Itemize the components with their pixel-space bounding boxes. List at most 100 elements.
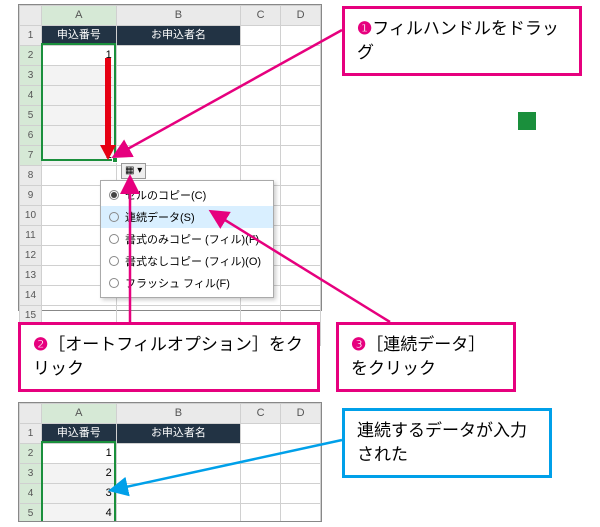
cell[interactable] bbox=[281, 206, 321, 226]
cell[interactable] bbox=[241, 424, 281, 444]
header-cell-A1[interactable]: 申込番号 bbox=[41, 26, 116, 46]
row-header[interactable]: 12 bbox=[20, 246, 42, 266]
cell[interactable] bbox=[281, 166, 321, 186]
cell[interactable] bbox=[241, 444, 281, 464]
row-header[interactable]: 7 bbox=[20, 146, 42, 166]
header-cell-A1[interactable]: 申込番号 bbox=[41, 424, 116, 444]
header-cell-B1[interactable]: お申込者名 bbox=[116, 26, 240, 46]
row-header[interactable]: 14 bbox=[20, 286, 42, 306]
cell[interactable] bbox=[241, 26, 281, 46]
cell-A7[interactable]: 1 bbox=[41, 146, 116, 166]
col-header-D[interactable]: D bbox=[281, 404, 321, 424]
fill-handle[interactable] bbox=[112, 157, 118, 163]
cell[interactable] bbox=[241, 46, 281, 66]
radio-on-icon bbox=[109, 190, 119, 200]
cell[interactable] bbox=[281, 226, 321, 246]
cell[interactable] bbox=[241, 86, 281, 106]
cell-A6[interactable]: 1 bbox=[41, 126, 116, 146]
row-header[interactable]: 1 bbox=[20, 424, 42, 444]
radio-icon bbox=[109, 234, 119, 244]
header-cell-B1[interactable]: お申込者名 bbox=[116, 424, 241, 444]
row-header[interactable]: 3 bbox=[20, 66, 42, 86]
row-header[interactable]: 6 bbox=[20, 126, 42, 146]
menu-item-fill-series[interactable]: 連続データ(S) bbox=[101, 206, 273, 228]
row-header[interactable]: 2 bbox=[20, 46, 42, 66]
menu-item-fill-format-only[interactable]: 書式のみコピー (フィル)(F) bbox=[101, 228, 273, 250]
cell[interactable] bbox=[281, 464, 321, 484]
cell-A4[interactable]: 3 bbox=[41, 484, 116, 504]
row-header[interactable]: 1 bbox=[20, 26, 42, 46]
cell[interactable] bbox=[116, 126, 240, 146]
cell-A5[interactable]: 4 bbox=[41, 504, 116, 523]
cell[interactable] bbox=[241, 504, 281, 523]
callout-text: フィルハンドルをドラッグ bbox=[357, 19, 559, 62]
cell[interactable] bbox=[116, 66, 240, 86]
cell[interactable] bbox=[116, 444, 241, 464]
col-header-B[interactable]: B bbox=[116, 404, 241, 424]
radio-icon bbox=[109, 278, 119, 288]
row-header[interactable]: 8 bbox=[20, 166, 42, 186]
callout-text: ［オートフィルオプション］をクリック bbox=[33, 335, 303, 378]
menu-label: 書式のみコピー (フィル)(F) bbox=[125, 231, 259, 247]
row-header[interactable]: 2 bbox=[20, 444, 42, 464]
menu-label: 連続データ(S) bbox=[125, 209, 195, 225]
cell[interactable] bbox=[281, 86, 321, 106]
cell[interactable] bbox=[281, 126, 321, 146]
cell-A2[interactable]: 1 bbox=[41, 444, 116, 464]
radio-icon bbox=[109, 256, 119, 266]
col-header-D[interactable]: D bbox=[281, 6, 321, 26]
cell[interactable] bbox=[116, 484, 241, 504]
cell-A4[interactable]: 1 bbox=[41, 86, 116, 106]
select-all-corner[interactable] bbox=[20, 6, 42, 26]
menu-label: フラッシュ フィル(F) bbox=[125, 275, 230, 291]
cell-A5[interactable]: 1 bbox=[41, 106, 116, 126]
col-header-C[interactable]: C bbox=[241, 6, 281, 26]
cell-A3[interactable]: 1 bbox=[41, 66, 116, 86]
row-header[interactable]: 4 bbox=[20, 484, 42, 504]
col-header-A[interactable]: A bbox=[41, 6, 116, 26]
cell[interactable] bbox=[241, 464, 281, 484]
cell[interactable] bbox=[241, 106, 281, 126]
col-header-B[interactable]: B bbox=[116, 6, 240, 26]
cell-A2[interactable]: 1 bbox=[41, 46, 116, 66]
row-header[interactable]: 5 bbox=[20, 504, 42, 523]
cell[interactable] bbox=[281, 504, 321, 523]
cell[interactable] bbox=[241, 66, 281, 86]
row-header[interactable]: 11 bbox=[20, 226, 42, 246]
cell[interactable] bbox=[281, 266, 321, 286]
row-header[interactable]: 9 bbox=[20, 186, 42, 206]
row-header[interactable]: 13 bbox=[20, 266, 42, 286]
cell[interactable] bbox=[281, 484, 321, 504]
cell[interactable] bbox=[241, 146, 281, 166]
row-header[interactable]: 3 bbox=[20, 464, 42, 484]
menu-item-copy-cells[interactable]: セルのコピー(C) bbox=[101, 184, 273, 206]
menu-item-fill-without-format[interactable]: 書式なしコピー (フィル)(O) bbox=[101, 250, 273, 272]
callout-number: ❸ bbox=[351, 333, 366, 357]
cell[interactable] bbox=[116, 86, 240, 106]
select-all-corner[interactable] bbox=[20, 404, 42, 424]
cell[interactable] bbox=[281, 146, 321, 166]
cell[interactable] bbox=[116, 464, 241, 484]
cell[interactable] bbox=[116, 106, 240, 126]
cell-A3[interactable]: 2 bbox=[41, 464, 116, 484]
cell[interactable] bbox=[116, 504, 241, 523]
cell[interactable] bbox=[281, 444, 321, 464]
cell[interactable] bbox=[241, 484, 281, 504]
cell[interactable] bbox=[281, 26, 321, 46]
col-header-C[interactable]: C bbox=[241, 404, 281, 424]
autofill-options-button[interactable]: ▦ ▾ bbox=[121, 163, 146, 179]
cell[interactable] bbox=[281, 106, 321, 126]
row-header[interactable]: 5 bbox=[20, 106, 42, 126]
row-header[interactable]: 10 bbox=[20, 206, 42, 226]
cell[interactable] bbox=[281, 424, 321, 444]
cell[interactable] bbox=[281, 286, 321, 306]
cell[interactable] bbox=[281, 186, 321, 206]
col-header-A[interactable]: A bbox=[41, 404, 116, 424]
row-header[interactable]: 4 bbox=[20, 86, 42, 106]
cell[interactable] bbox=[281, 46, 321, 66]
cell[interactable] bbox=[281, 246, 321, 266]
cell[interactable] bbox=[281, 66, 321, 86]
menu-item-flash-fill[interactable]: フラッシュ フィル(F) bbox=[101, 272, 273, 294]
cell[interactable] bbox=[116, 46, 240, 66]
cell[interactable] bbox=[241, 126, 281, 146]
